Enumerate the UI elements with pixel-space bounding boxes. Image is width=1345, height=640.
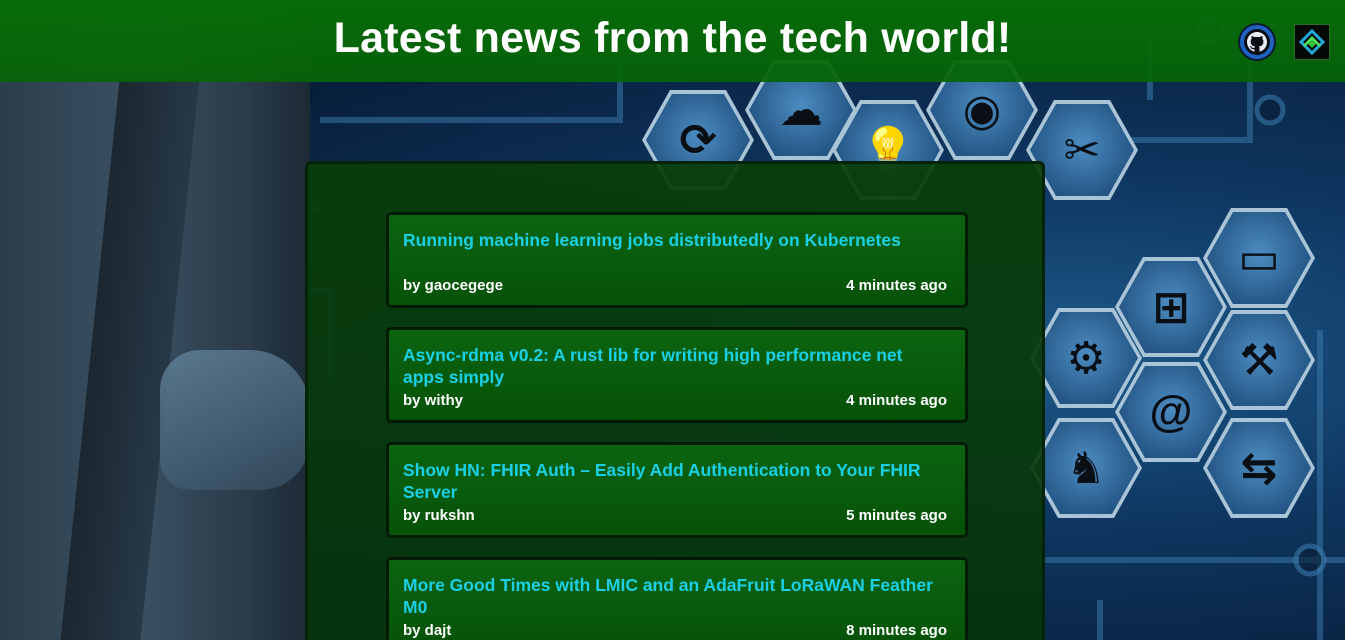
github-link[interactable]	[1240, 25, 1274, 59]
pointing-hand-image	[160, 350, 310, 490]
news-title-link[interactable]: More Good Times with LMIC and an AdaFrui…	[403, 574, 948, 618]
github-icon	[1244, 29, 1270, 55]
news-title-link[interactable]: Async-rdma v0.2: A rust lib for writing …	[403, 344, 948, 388]
header-bar: Latest news from the tech world!	[0, 0, 1345, 82]
news-item: Show HN: FHIR Auth – Easily Add Authenti…	[386, 442, 968, 538]
news-timestamp: 8 minutes ago	[846, 622, 947, 639]
project-link[interactable]	[1294, 24, 1330, 60]
news-author: by dajt	[403, 622, 452, 639]
news-item: Async-rdma v0.2: A rust lib for writing …	[386, 327, 968, 423]
news-item: Running machine learning jobs distribute…	[386, 212, 968, 308]
news-title-link[interactable]: Show HN: FHIR Auth – Easily Add Authenti…	[403, 459, 948, 503]
news-author: by gaocegege	[403, 277, 504, 294]
news-item: More Good Times with LMIC and an AdaFrui…	[386, 557, 968, 640]
news-panel: Running machine learning jobs distribute…	[305, 161, 1045, 640]
news-timestamp: 4 minutes ago	[846, 392, 947, 409]
news-title-link[interactable]: Running machine learning jobs distribute…	[403, 229, 948, 251]
page-title: Latest news from the tech world!	[333, 14, 1012, 62]
news-timestamp: 5 minutes ago	[846, 507, 947, 524]
news-author: by withy	[403, 392, 464, 409]
news-author: by rukshn	[403, 507, 475, 524]
person-suit-image	[0, 0, 310, 640]
project-logo-icon	[1298, 28, 1326, 56]
news-timestamp: 4 minutes ago	[846, 277, 947, 294]
